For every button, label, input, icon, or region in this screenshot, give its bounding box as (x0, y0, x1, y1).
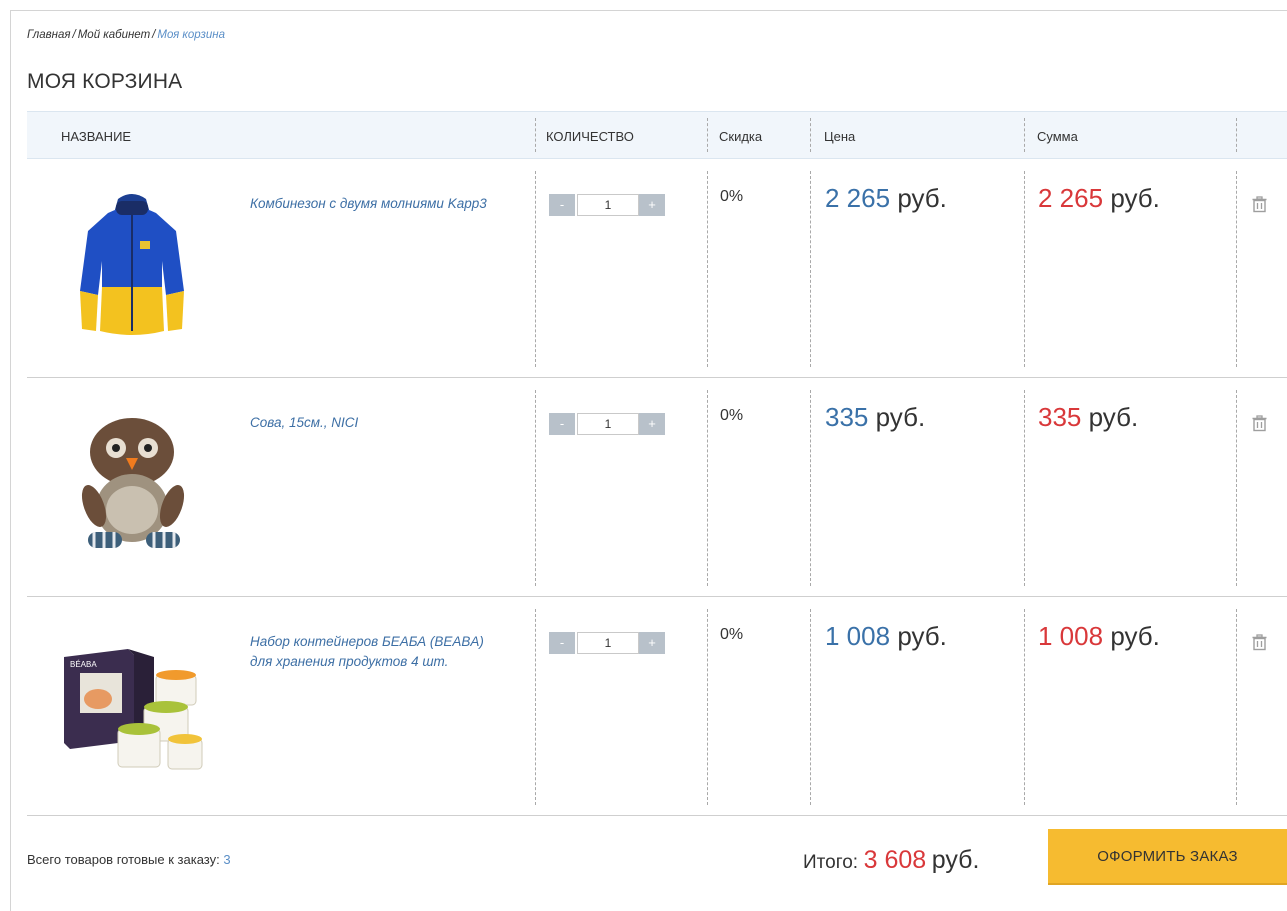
column-divider (707, 609, 708, 805)
quantity-stepper: - 1 + (549, 194, 667, 216)
total-value: 3 608 (863, 846, 927, 874)
column-divider (1236, 609, 1237, 805)
item-sum: 2 265 руб. (1038, 183, 1160, 214)
page-title: МОЯ КОРЗИНА (27, 70, 183, 93)
product-name-link[interactable]: Комбинезон с двумя молниями Kapp3 (250, 194, 500, 214)
svg-text:BÉABA: BÉABA (70, 660, 97, 669)
cart-row: Сова, 15см., NICI - 1 + 0% 335 руб. 335 … (27, 378, 1287, 597)
quantity-input[interactable]: 1 (577, 632, 639, 654)
item-sum-currency: руб. (1110, 183, 1160, 213)
item-price-currency: руб. (875, 402, 926, 432)
header-divider (707, 118, 708, 152)
quantity-increase-button[interactable]: + (639, 413, 665, 435)
item-price: 2 265 руб. (825, 183, 947, 214)
item-sum-value: 2 265 (1038, 183, 1104, 213)
item-discount: 0% (720, 188, 744, 205)
item-price-value: 2 265 (825, 183, 891, 213)
quantity-stepper: - 1 + (549, 413, 667, 435)
header-divider (810, 118, 811, 152)
product-name-link[interactable]: Сова, 15см., NICI (250, 413, 500, 433)
total-currency: руб. (931, 846, 980, 874)
item-discount: 0% (720, 626, 744, 643)
column-divider (810, 390, 811, 586)
quantity-increase-button[interactable]: + (639, 194, 665, 216)
trash-icon[interactable] (1251, 634, 1268, 651)
cart-total: Итого: 3 608 руб. (803, 846, 979, 875)
breadcrumb: Главная / Мой кабинет / Моя корзина (27, 29, 225, 41)
containers-image[interactable]: BÉABA (58, 629, 206, 777)
product-name-link[interactable]: Набор контейнеров БЕАБА (BEABA) для хран… (250, 632, 500, 672)
header-quantity: КОЛИЧЕСТВО (546, 129, 634, 144)
ready-items-value: 3 (223, 852, 231, 867)
breadcrumb-home[interactable]: Главная (27, 29, 71, 41)
item-price-value: 1 008 (825, 621, 891, 651)
jacket-image[interactable] (58, 191, 206, 339)
quantity-input[interactable]: 1 (577, 194, 639, 216)
item-sum: 1 008 руб. (1038, 621, 1160, 652)
quantity-decrease-button[interactable]: - (549, 194, 575, 216)
item-sum: 335 руб. (1038, 402, 1138, 433)
ready-items-label: Всего товаров готовые к заказу: (27, 852, 220, 867)
item-price-value: 335 (825, 402, 869, 432)
cart-table-header: НАЗВАНИЕ КОЛИЧЕСТВО Скидка Цена Сумма (27, 111, 1287, 159)
column-divider (535, 390, 536, 586)
column-divider (1024, 171, 1025, 367)
item-price: 335 руб. (825, 402, 925, 433)
column-divider (707, 171, 708, 367)
header-discount: Скидка (719, 129, 763, 144)
cart-row: BÉABA Набор контейнеров БЕАБА (BEABA) дл… (27, 597, 1287, 816)
column-divider (1236, 171, 1237, 367)
breadcrumb-separator: / (152, 29, 156, 41)
breadcrumb-separator: / (72, 29, 76, 41)
column-divider (707, 390, 708, 586)
breadcrumb-cabinet[interactable]: Мой кабинет (78, 29, 150, 41)
checkout-button[interactable]: ОФОРМИТЬ ЗАКАЗ (1048, 829, 1287, 885)
item-price: 1 008 руб. (825, 621, 947, 652)
quantity-increase-button[interactable]: + (639, 632, 665, 654)
item-discount: 0% (720, 407, 744, 424)
column-divider (1236, 390, 1237, 586)
header-sum: Сумма (1037, 129, 1078, 144)
total-label: Итого: (803, 852, 859, 873)
column-divider (535, 171, 536, 367)
item-sum-currency: руб. (1110, 621, 1160, 651)
column-divider (1024, 609, 1025, 805)
item-sum-value: 335 (1038, 402, 1082, 432)
quantity-decrease-button[interactable]: - (549, 632, 575, 654)
trash-icon[interactable] (1251, 415, 1268, 432)
header-price: Цена (824, 129, 856, 144)
quantity-stepper: - 1 + (549, 632, 667, 654)
column-divider (810, 609, 811, 805)
column-divider (1024, 390, 1025, 586)
column-divider (535, 609, 536, 805)
header-divider (1024, 118, 1025, 152)
item-price-currency: руб. (897, 183, 947, 213)
quantity-input[interactable]: 1 (577, 413, 639, 435)
header-divider (1236, 118, 1237, 152)
owl-toy-image[interactable] (58, 410, 206, 558)
quantity-decrease-button[interactable]: - (549, 413, 575, 435)
trash-icon[interactable] (1251, 196, 1268, 213)
item-sum-currency: руб. (1088, 402, 1139, 432)
item-sum-value: 1 008 (1038, 621, 1104, 651)
item-price-currency: руб. (897, 621, 947, 651)
column-divider (810, 171, 811, 367)
header-name: НАЗВАНИЕ (61, 129, 132, 144)
header-divider (535, 118, 536, 152)
cart-row: Комбинезон с двумя молниями Kapp3 - 1 + … (27, 159, 1287, 378)
breadcrumb-current: Моя корзина (157, 29, 225, 41)
ready-items-count: Всего товаров готовые к заказу: 3 (27, 852, 231, 867)
